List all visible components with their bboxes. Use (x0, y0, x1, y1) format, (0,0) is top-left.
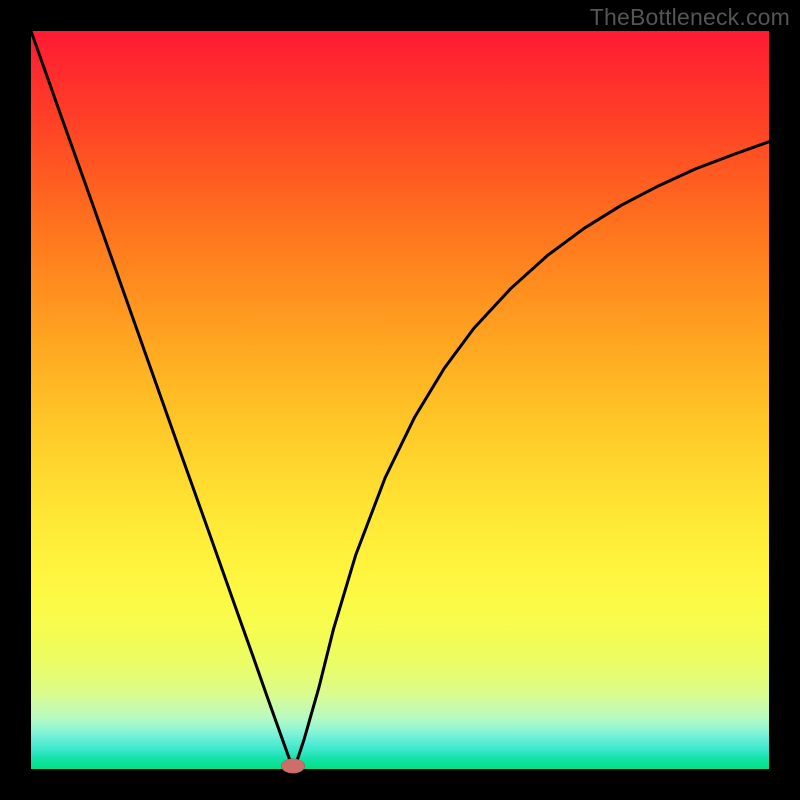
chart-frame: TheBottleneck.com (0, 0, 800, 800)
bottleneck-curve (31, 31, 769, 769)
watermark-text: TheBottleneck.com (590, 4, 790, 31)
curve-minimum-marker (281, 759, 305, 774)
plot-area (31, 31, 769, 769)
